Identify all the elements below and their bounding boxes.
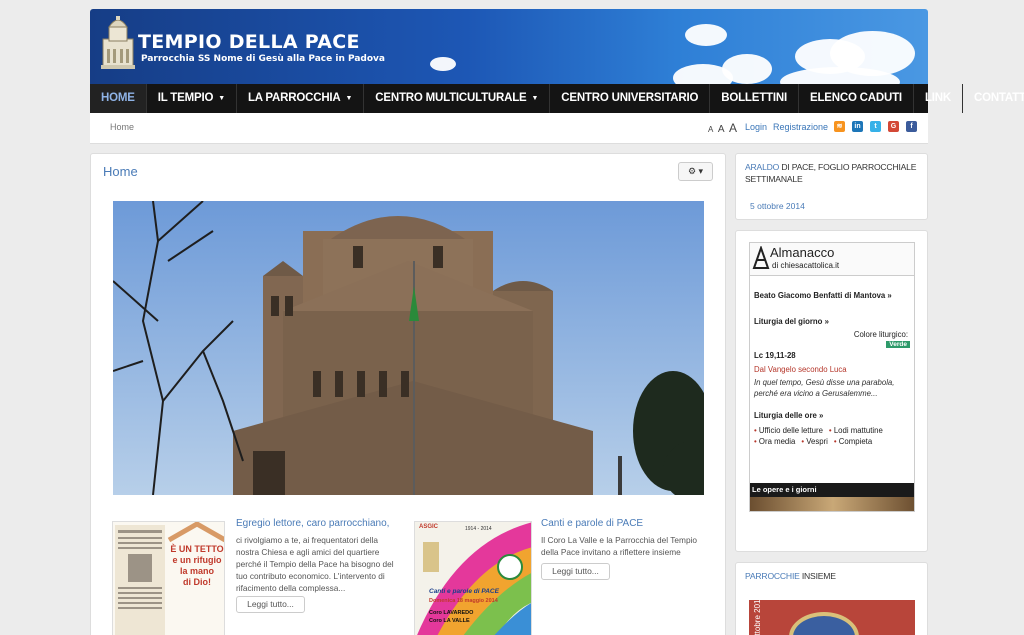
nav-item-centro-universitario[interactable]: CENTRO UNIVERSITARIO: [550, 84, 711, 113]
almanacco-module: Almanacco di chiesacattolica.it Beato Gi…: [735, 230, 928, 552]
liturgical-color-label: Colore liturgico:: [853, 330, 908, 339]
nav-item-label: BOLLETTINI: [721, 92, 787, 104]
araldo-date[interactable]: 5 ottobre 2014: [750, 201, 805, 211]
parrocchie-thumb-label: ottobre 2014: [753, 600, 762, 635]
liturgy-hours-link[interactable]: Liturgia delle ore »: [754, 411, 910, 420]
thumb-caption: Coro LA VALLE: [429, 618, 470, 624]
nav-item-label: CONTATTI: [973, 92, 1024, 104]
almanacco-header[interactable]: Almanacco di chiesacattolica.it: [750, 243, 914, 276]
thumb-caption: Canti e parole di PACE: [429, 588, 499, 595]
linkedin-icon[interactable]: in: [852, 121, 863, 132]
breadcrumb[interactable]: Home: [110, 122, 134, 132]
gospel-source: Dal Vangelo secondo Luca: [754, 365, 847, 374]
thumb-caption: È UN TETTO e un rifugio la mano di Dio!: [169, 544, 224, 588]
thumb-caption: 1914 - 2014: [465, 526, 492, 532]
cloud-decoration: [722, 54, 772, 84]
font-small-button[interactable]: A: [708, 125, 713, 134]
thumb-caption-line: e un rifugio: [172, 555, 222, 565]
nav-item-label: IL TEMPIO: [157, 92, 214, 104]
rss-icon[interactable]: ≋: [834, 121, 845, 132]
liturgy-hour-link[interactable]: Ufficio delle letture: [759, 426, 823, 435]
parrocchie-title-rest: INSIEME: [799, 571, 836, 581]
almanacco-logo-icon: [752, 246, 770, 269]
almanacco-footer[interactable]: Le opere e i giorni: [750, 483, 914, 497]
reading-reference: Lc 19,11-28: [754, 351, 796, 360]
thumb-caption-line: di Dio!: [183, 577, 211, 587]
article-excerpt: ci rivolgiamo a te, ai frequentatori del…: [236, 535, 394, 593]
liturgy-hour-link[interactable]: Lodi mattutine: [834, 426, 883, 435]
article-title[interactable]: Canti e parole di PACE: [541, 518, 643, 529]
site-header: TEMPIO DELLA PACE Parrocchia SS Nome di …: [90, 9, 928, 85]
nav-item-label: ELENCO CADUTI: [809, 92, 902, 104]
main-content: Home ⚙ ▾ È UN TETTO e un rifugio la mano…: [90, 153, 726, 635]
almanacco-footer-image: [750, 497, 914, 511]
parrocchie-title[interactable]: PARROCCHIE INSIEME: [736, 563, 927, 583]
parrocchie-title-highlight: PARROCCHIE: [745, 571, 800, 581]
chevron-down-icon: ▼: [218, 95, 225, 102]
nav-item-label: CENTRO UNIVERSITARIO: [561, 92, 699, 104]
font-large-button[interactable]: A: [729, 121, 737, 135]
facebook-icon[interactable]: f: [906, 121, 917, 132]
church-hero-image: [113, 201, 704, 495]
thumb-caption-line: la mano: [179, 566, 214, 576]
register-link[interactable]: Registrazione: [773, 122, 828, 132]
nav-item-label: LINK: [924, 92, 951, 104]
almanacco-widget: Almanacco di chiesacattolica.it Beato Gi…: [749, 242, 915, 512]
main-nav: HOME IL TEMPIO ▼ LA PARROCCHIA ▼ CENTRO MULTI…: [90, 84, 1024, 113]
thumb-caption: Domenica 18 maggio 2014: [429, 598, 498, 604]
site-subtitle: Parrocchia SS Nome di Gesù alla Pace in …: [141, 54, 385, 64]
parrocchie-thumb[interactable]: ottobre 2014: [749, 600, 915, 635]
nav-item-il-tempio[interactable]: IL TEMPIO ▼: [147, 84, 237, 113]
almanacco-source: di chiesacattolica.it: [772, 261, 840, 270]
temple-logo-icon[interactable]: [100, 15, 136, 71]
cloud-decoration: [685, 24, 727, 46]
liturgical-color-badge: Verde: [886, 341, 910, 348]
parrocchie-module: PARROCCHIE INSIEME ottobre 2014: [735, 562, 928, 635]
article-thumb-roof[interactable]: È UN TETTO e un rifugio la mano di Dio!: [112, 521, 225, 635]
nav-item-label: CENTRO MULTICULTURALE: [375, 92, 527, 104]
sub-toolbar: Home A A A Login Registrazione ≋ in t Gf: [90, 113, 928, 144]
liturgy-hour-link[interactable]: Vespri: [806, 437, 828, 446]
gear-options-button[interactable]: ⚙ ▾: [678, 162, 713, 181]
thumb-caption-line: È UN TETTO: [170, 544, 224, 554]
nav-item-label: LA PARROCCHIA: [247, 92, 341, 104]
araldo-title[interactable]: ARALDO DI PACE, FOGLIO PARROCCHIALE SETT…: [736, 154, 927, 185]
thumb-caption: ASGIC: [419, 524, 439, 530]
font-size-controls: A A A: [708, 121, 739, 135]
liturgy-hour-link[interactable]: Ora media: [759, 437, 795, 446]
site-title[interactable]: TEMPIO DELLA PACE: [138, 31, 360, 53]
parrocchie-thumb-emblem: [789, 612, 859, 635]
nav-item-bollettini[interactable]: BOLLETTINI: [710, 84, 799, 113]
read-more-button[interactable]: Leggi tutto...: [541, 563, 610, 580]
liturgy-hour-link[interactable]: Compieta: [839, 437, 872, 446]
twitter-icon[interactable]: t: [870, 121, 881, 132]
araldo-title-highlight: ARALDO: [745, 162, 780, 172]
saint-of-day-link[interactable]: Beato Giacomo Benfatti di Mantova »: [754, 291, 910, 300]
googleplus-icon[interactable]: G: [888, 121, 899, 132]
araldo-module: ARALDO DI PACE, FOGLIO PARROCCHIALE SETT…: [735, 153, 928, 220]
page-title: Home: [103, 164, 138, 179]
article-excerpt: Il Coro La Valle e la Parrocchia del Tem…: [541, 535, 698, 557]
gospel-quote: In quel tempo, Gesù disse una parabola, …: [754, 378, 895, 398]
nav-item-contatti[interactable]: CONTATTI: [963, 84, 1024, 113]
read-more-button[interactable]: Leggi tutto...: [236, 596, 305, 613]
chevron-down-icon: ▼: [531, 95, 539, 102]
nav-item-home[interactable]: HOME: [90, 84, 147, 113]
nav-item-elenco-caduti[interactable]: ELENCO CADUTI: [799, 84, 914, 113]
login-link[interactable]: Login: [745, 122, 767, 132]
cloud-decoration: [430, 57, 456, 71]
article-title[interactable]: Egregio lettore, caro parrocchiano,: [236, 518, 389, 529]
nav-item-centro-multiculturale[interactable]: CENTRO MULTICULTURALE ▼: [364, 84, 551, 113]
nav-item-label: HOME: [101, 92, 135, 104]
chevron-down-icon: ▼: [345, 95, 353, 102]
nav-item-la-parrocchia[interactable]: LA PARROCCHIA ▼: [237, 84, 365, 113]
nav-item-link[interactable]: LINK: [914, 84, 963, 113]
liturgy-hours-list: • Ufficio delle letture • Lodi mattutine •…: [754, 425, 910, 447]
liturgy-of-day-link[interactable]: Liturgia del giorno »: [754, 317, 910, 326]
article-thumb-concert[interactable]: ASGIC 1914 - 2014 Canti e parole di PACE…: [414, 521, 532, 635]
thumb-caption: Coro LAVAREDO: [429, 610, 474, 616]
font-medium-button[interactable]: A: [718, 124, 725, 135]
almanacco-title: Almanacco: [770, 245, 835, 260]
